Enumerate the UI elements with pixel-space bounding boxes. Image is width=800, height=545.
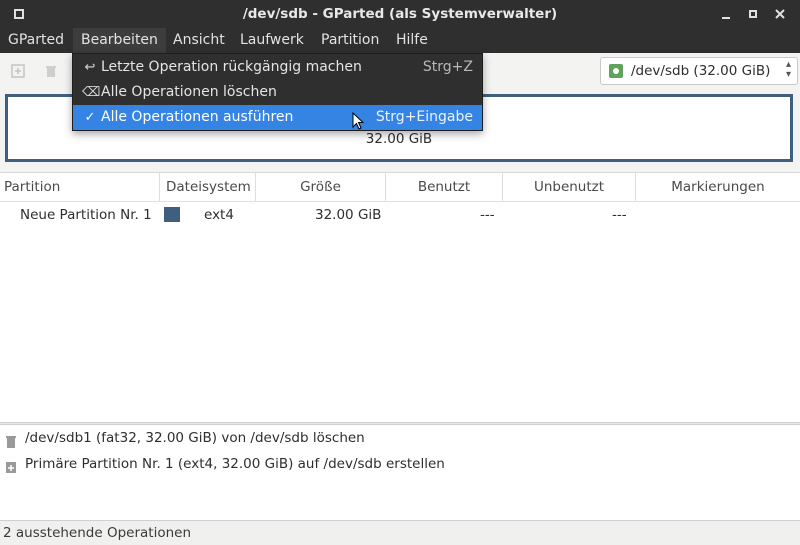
new-partition-icon	[5, 457, 17, 473]
menu-ansicht[interactable]: Ansicht	[173, 28, 225, 53]
mouse-cursor-icon	[352, 111, 366, 132]
device-label: /dev/sdb (32.00 GiB)	[631, 63, 771, 79]
operation-text: /dev/sdb1 (fat32, 32.00 GiB) von /dev/sd…	[25, 430, 365, 446]
column-unbenutzt[interactable]: Unbenutzt	[503, 173, 636, 201]
row-partition-name: Neue Partition Nr. 1	[20, 207, 152, 223]
maximize-icon[interactable]	[746, 7, 760, 21]
new-partition-icon[interactable]	[10, 63, 26, 79]
delete-partition-icon[interactable]	[43, 63, 59, 79]
column-partition[interactable]: Partition	[0, 173, 160, 201]
menu-gparted[interactable]: GParted	[8, 28, 64, 53]
trash-icon	[5, 431, 17, 448]
status-text: 2 ausstehende Operationen	[3, 525, 192, 541]
disk-icon	[609, 64, 623, 78]
column-groesse[interactable]: Größe	[256, 173, 386, 201]
close-icon[interactable]	[773, 7, 787, 21]
window-title: /dev/sdb - GParted (als Systemverwalter)	[242, 6, 558, 22]
edit-menu-dropdown: ↩ Letzte Operation rückgängig machen Str…	[72, 53, 483, 131]
table-header: Partition Dateisystem Größe Benutzt Unbe…	[0, 173, 800, 202]
operation-text: Primäre Partition Nr. 1 (ext4, 32.00 GiB…	[25, 456, 445, 472]
pending-operations-list: /dev/sdb1 (fat32, 32.00 GiB) von /dev/sd…	[0, 425, 800, 518]
partition-graphic-size: 32.00 GiB	[365, 131, 433, 147]
row-used: ---	[480, 207, 495, 223]
row-size: 32.00 GiB	[315, 207, 382, 223]
menu-item-label: Alle Operationen löschen	[101, 84, 277, 100]
menu-hilfe[interactable]: Hilfe	[396, 28, 428, 53]
list-item[interactable]: Primäre Partition Nr. 1 (ext4, 32.00 GiB…	[0, 451, 800, 477]
column-markierungen[interactable]: Markierungen	[636, 173, 800, 201]
device-selector[interactable]: /dev/sdb (32.00 GiB) ▴ ▾	[600, 57, 798, 85]
spin-arrows-icon: ▴ ▾	[785, 59, 791, 80]
minimize-icon[interactable]	[719, 7, 733, 21]
column-benutzt[interactable]: Benutzt	[386, 173, 503, 201]
row-unused: ---	[612, 207, 627, 223]
check-icon: ✓	[84, 110, 96, 125]
menu-item-undo[interactable]: ↩ Letzte Operation rückgängig machen Str…	[73, 55, 482, 80]
menu-laufwerk[interactable]: Laufwerk	[240, 28, 304, 53]
menu-item-clear-operations[interactable]: ⌫ Alle Operationen löschen	[73, 80, 482, 105]
menu-item-accelerator: Strg+Z	[422, 59, 473, 75]
title-bar: /dev/sdb - GParted (als Systemverwalter)	[0, 0, 800, 28]
menu-item-accelerator: Strg+Eingabe	[375, 109, 473, 125]
menu-item-apply-operations[interactable]: ✓ Alle Operationen ausführen Strg+Eingab…	[73, 105, 482, 130]
undo-icon: ↩	[84, 60, 96, 75]
filesystem-color-swatch	[164, 207, 180, 222]
menu-partition[interactable]: Partition	[321, 28, 379, 53]
status-bar: 2 ausstehende Operationen	[0, 520, 800, 545]
row-filesystem: ext4	[204, 207, 234, 223]
list-item[interactable]: /dev/sdb1 (fat32, 32.00 GiB) von /dev/sd…	[0, 425, 800, 451]
menu-bar: GParted Bearbeiten Ansicht Laufwerk Part…	[0, 28, 800, 53]
menu-bearbeiten[interactable]: Bearbeiten	[73, 28, 166, 53]
clear-icon: ⌫	[82, 85, 101, 100]
column-dateisystem[interactable]: Dateisystem	[160, 173, 256, 201]
menu-item-label: Alle Operationen ausführen	[101, 109, 294, 125]
menu-item-label: Letzte Operation rückgängig machen	[101, 59, 362, 75]
